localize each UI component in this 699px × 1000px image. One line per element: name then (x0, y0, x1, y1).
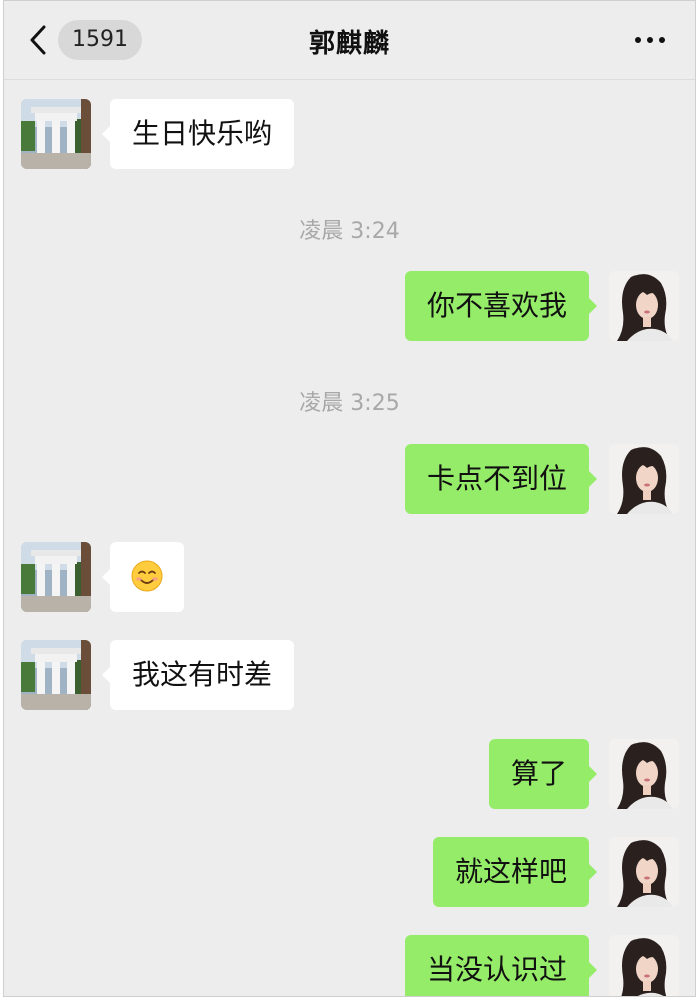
outgoing-message-bubble[interactable]: 算了 (488, 739, 598, 809)
contact-avatar[interactable] (21, 542, 91, 612)
outgoing-message-bubble[interactable]: 当没认识过 (404, 935, 598, 996)
chat-header: 1591 郭麒麟 (4, 1, 695, 80)
incoming-emoji-bubble[interactable] (102, 542, 184, 612)
outgoing-message-bubble[interactable]: 你不喜欢我 (404, 271, 598, 341)
user-avatar[interactable] (609, 837, 679, 907)
user-avatar[interactable] (609, 935, 679, 997)
contact-avatar[interactable] (21, 99, 91, 169)
incoming-message-bubble[interactable]: 生日快乐哟 (101, 99, 295, 169)
outgoing-message-bubble[interactable]: 卡点不到位 (404, 444, 598, 514)
message-row: 生日快乐哟 (4, 99, 695, 169)
chat-screen: 1591 郭麒麟 生日快乐哟 凌晨 3:24 你不喜欢我 凌晨 3:25 卡点不… (3, 0, 696, 997)
message-row: 当没认识过 (4, 935, 695, 997)
smiling-face-emoji-icon (131, 560, 163, 592)
user-avatar[interactable] (609, 271, 679, 341)
message-timestamp: 凌晨 3:24 (299, 219, 400, 244)
chat-title: 郭麒麟 (308, 29, 390, 59)
message-row: 你不喜欢我 (4, 271, 695, 341)
incoming-message-bubble[interactable]: 我这有时差 (101, 640, 295, 710)
message-row: 卡点不到位 (4, 444, 695, 514)
contact-avatar[interactable] (21, 640, 91, 710)
more-dots-icon (635, 37, 665, 43)
more-button[interactable] (633, 27, 667, 53)
user-avatar[interactable] (609, 444, 679, 514)
message-row (4, 542, 695, 612)
user-avatar[interactable] (609, 739, 679, 809)
message-row: 算了 (4, 739, 695, 809)
message-timestamp: 凌晨 3:25 (299, 391, 400, 416)
outgoing-message-bubble[interactable]: 就这样吧 (432, 837, 598, 907)
message-row: 我这有时差 (4, 640, 695, 710)
message-row: 就这样吧 (4, 837, 695, 907)
